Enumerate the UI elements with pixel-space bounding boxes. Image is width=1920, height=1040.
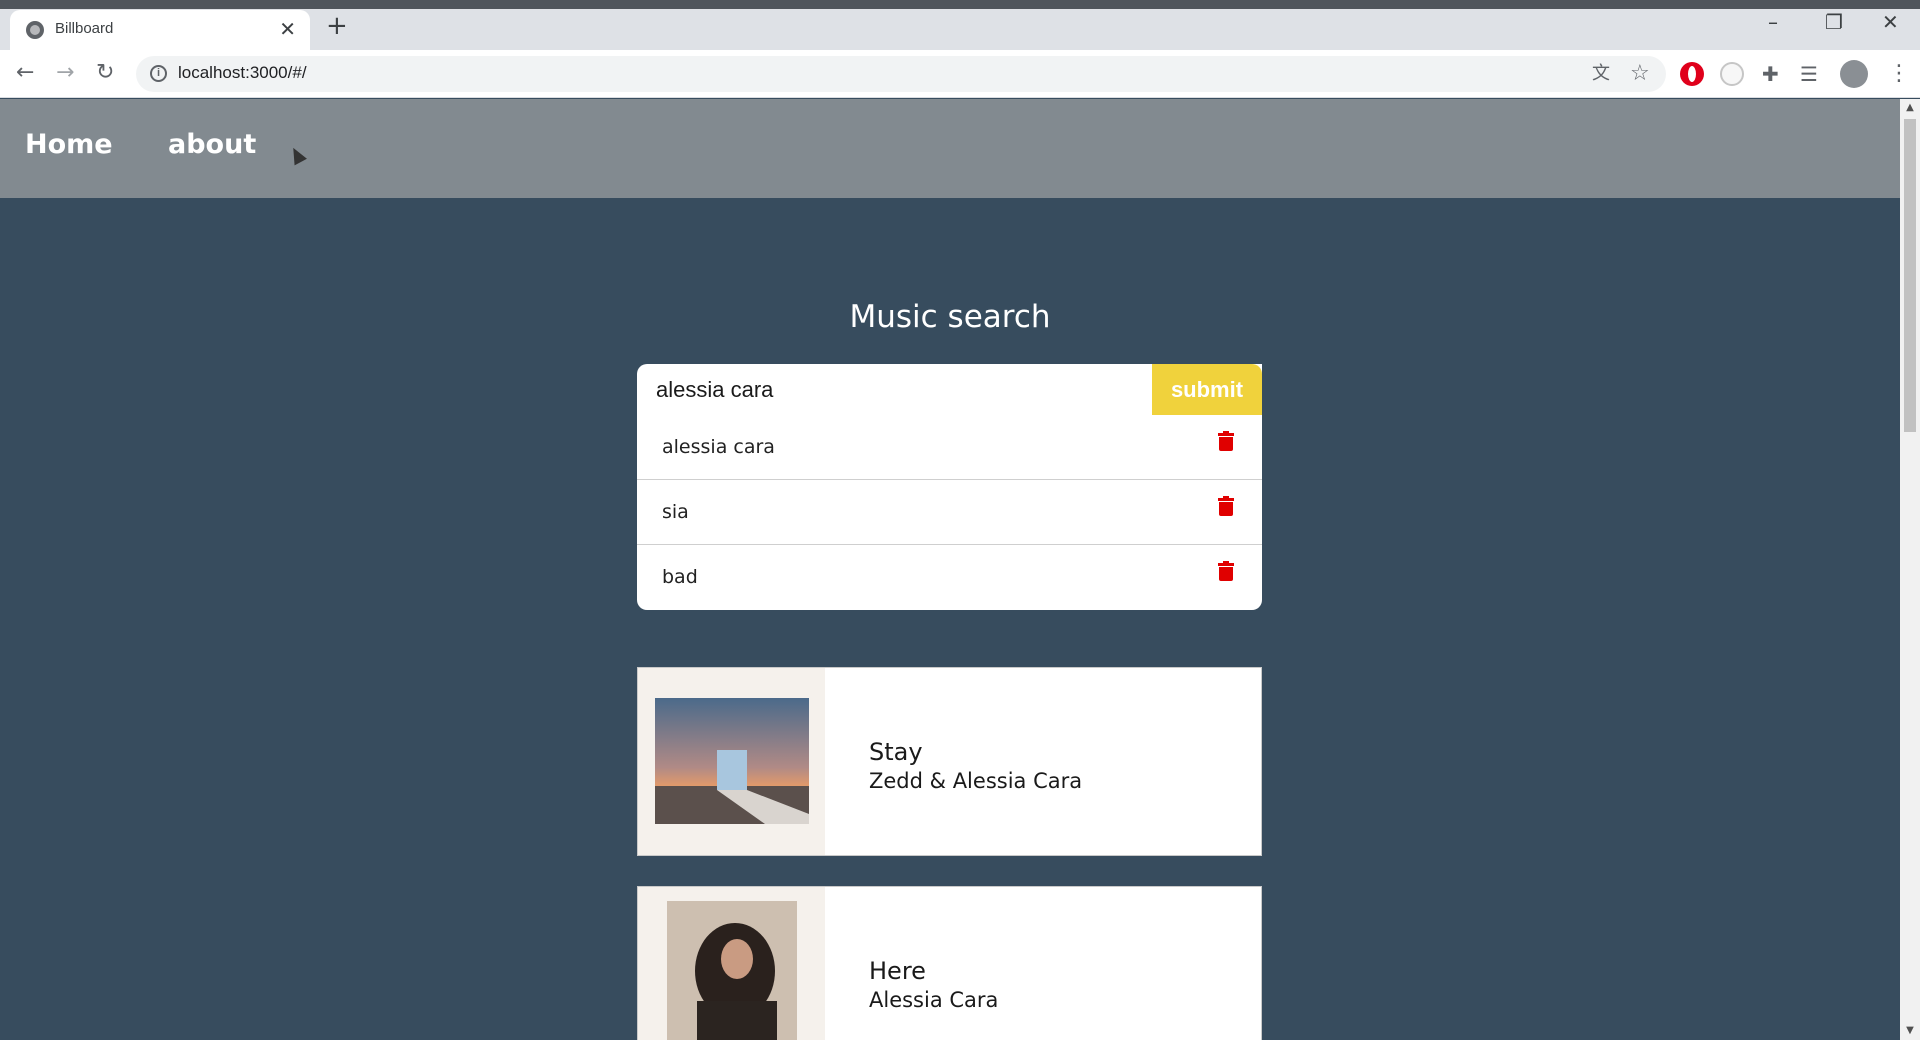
globe-icon bbox=[26, 21, 44, 39]
site-navbar: Home about bbox=[0, 99, 1900, 198]
browser-tab[interactable]: Billboard ✕ bbox=[10, 10, 310, 50]
album-art-stay bbox=[655, 698, 809, 824]
history-item-label[interactable]: sia bbox=[662, 501, 689, 523]
puzzle-icon[interactable]: ✚ bbox=[1762, 62, 1786, 86]
profile-avatar[interactable] bbox=[1840, 60, 1868, 88]
album-art-here bbox=[667, 901, 797, 1040]
history-item-label[interactable]: bad bbox=[662, 566, 698, 588]
plus-icon[interactable]: + bbox=[326, 13, 348, 39]
page-viewport: Home about Music search submit alessia c… bbox=[0, 99, 1900, 1040]
scroll-down-arrow[interactable]: ▼ bbox=[1900, 1022, 1920, 1040]
nav-about-link[interactable]: about bbox=[168, 129, 256, 160]
browser-titlebar: Billboard ✕ + – ❐ ✕ bbox=[0, 0, 1920, 50]
song-card[interactable]: Stay Zedd & Alessia Cara bbox=[637, 667, 1262, 856]
forward-icon[interactable]: → bbox=[56, 60, 74, 86]
browser-toolbar: ← → ↻ i localhost:3000/#/ 文 ☆ ✚ ☰ ⋮ bbox=[0, 50, 1920, 98]
minimize-icon[interactable]: – bbox=[1768, 10, 1778, 34]
mouse-cursor bbox=[287, 144, 307, 166]
song-title: Here bbox=[869, 957, 926, 985]
titlebar-strip bbox=[0, 0, 1920, 9]
trash-icon[interactable] bbox=[1218, 431, 1234, 451]
album-cover bbox=[638, 887, 825, 1040]
opera-extension-icon[interactable] bbox=[1680, 62, 1704, 86]
song-title: Stay bbox=[869, 738, 923, 766]
history-item[interactable]: alessia cara bbox=[637, 415, 1262, 480]
extension-circle-icon[interactable] bbox=[1720, 62, 1744, 86]
trash-icon[interactable] bbox=[1218, 561, 1234, 581]
scroll-thumb[interactable] bbox=[1904, 119, 1916, 432]
history-item-label[interactable]: alessia cara bbox=[662, 436, 775, 458]
trash-icon[interactable] bbox=[1218, 496, 1234, 516]
tab-title: Billboard bbox=[55, 20, 114, 37]
search-history-list: alessia cara sia bad bbox=[637, 415, 1262, 610]
search-form: submit bbox=[637, 364, 1262, 415]
nav-home-link[interactable]: Home bbox=[25, 129, 113, 160]
submit-button[interactable]: submit bbox=[1152, 364, 1262, 415]
song-artist: Alessia Cara bbox=[869, 988, 999, 1012]
close-icon[interactable]: ✕ bbox=[279, 17, 296, 41]
scroll-up-arrow[interactable]: ▲ bbox=[1900, 99, 1920, 117]
song-artist: Zedd & Alessia Cara bbox=[869, 769, 1083, 793]
album-cover bbox=[638, 668, 825, 855]
page-scrollbar[interactable]: ▲ ▼ bbox=[1900, 99, 1920, 1040]
address-bar[interactable]: i localhost:3000/#/ 文 ☆ bbox=[136, 56, 1666, 92]
history-item[interactable]: sia bbox=[637, 480, 1262, 545]
page-title: Music search bbox=[849, 299, 1051, 335]
history-item[interactable]: bad bbox=[637, 545, 1262, 610]
info-icon[interactable]: i bbox=[150, 65, 167, 82]
url-text[interactable]: localhost:3000/#/ bbox=[178, 63, 307, 83]
search-input[interactable] bbox=[637, 364, 1152, 415]
back-icon[interactable]: ← bbox=[16, 60, 34, 86]
star-icon[interactable]: ☆ bbox=[1630, 60, 1650, 88]
translate-icon[interactable]: 文 bbox=[1592, 60, 1610, 88]
media-control-icon[interactable]: ☰ bbox=[1800, 62, 1824, 86]
reload-icon[interactable]: ↻ bbox=[96, 60, 114, 86]
restore-icon[interactable]: ❐ bbox=[1825, 10, 1843, 34]
window-close-icon[interactable]: ✕ bbox=[1882, 10, 1899, 34]
song-card[interactable]: Here Alessia Cara bbox=[637, 886, 1262, 1040]
more-options-icon[interactable]: ⋮ bbox=[1888, 62, 1912, 86]
